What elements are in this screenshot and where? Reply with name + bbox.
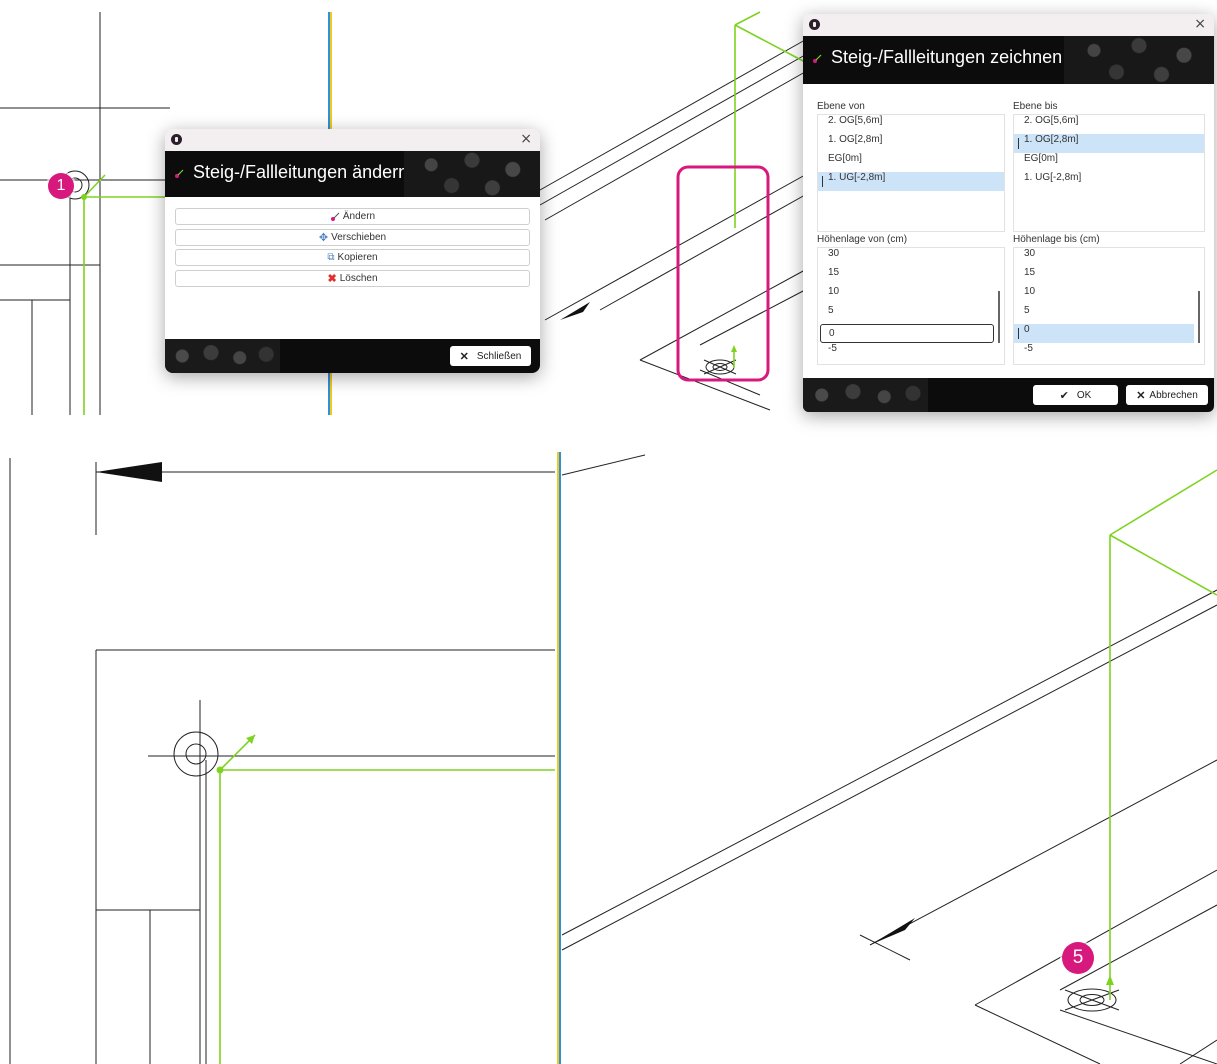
hoehe-von-label: Höhenlage von (cm) bbox=[817, 234, 908, 245]
banner-pattern bbox=[404, 151, 540, 197]
pipe-tool-icon bbox=[175, 169, 184, 178]
hoehe-bis-option[interactable]: 10 bbox=[1014, 286, 1204, 305]
dialog-zeichnen-title: Steig-/Fallleitungen zeichnen bbox=[831, 47, 1063, 67]
highlight-box bbox=[676, 165, 770, 382]
close-x-icon: ✕ bbox=[459, 350, 469, 363]
ebene-bis-option-selected[interactable]: 1. OG[2,8m] bbox=[1014, 134, 1204, 153]
schliessen-label: Schließen bbox=[476, 350, 522, 362]
ebene-von-option[interactable]: 2. OG[5,6m] bbox=[818, 115, 1004, 134]
dimension-arrow bbox=[870, 918, 915, 945]
hoehe-bis-option[interactable]: 30 bbox=[1014, 248, 1204, 267]
dialog-aendern: × Steig-/Fallleitungen ändern Ändern ✥ V… bbox=[165, 129, 540, 373]
ebene-von-option[interactable]: EG[0m] bbox=[818, 153, 1004, 172]
hoehe-von-option[interactable]: -5 bbox=[818, 343, 1004, 362]
close-icon[interactable]: × bbox=[520, 131, 532, 147]
hoehe-bis-label: Höhenlage bis (cm) bbox=[1013, 234, 1100, 245]
app-icon bbox=[171, 134, 182, 145]
footer-pattern bbox=[165, 339, 280, 373]
hoehe-von-option[interactable]: 10 bbox=[818, 286, 1004, 305]
pipe-symbol-circle-large bbox=[173, 731, 219, 777]
close-icon[interactable]: × bbox=[1194, 16, 1206, 32]
hoehe-bis-option-selected[interactable]: 0 bbox=[1014, 324, 1194, 343]
hoehe-von-option-selected[interactable]: 0 bbox=[820, 324, 994, 343]
ok-label: OK bbox=[1076, 389, 1092, 401]
verschieben-button[interactable]: ✥ Verschieben bbox=[175, 229, 530, 246]
dialog-zeichnen-banner: Steig-/Fallleitungen zeichnen bbox=[803, 36, 1214, 84]
delete-icon: ✖ bbox=[327, 273, 337, 285]
scrollbar[interactable] bbox=[1198, 291, 1200, 343]
footer-pattern bbox=[803, 378, 928, 412]
ok-button[interactable]: ✔ OK bbox=[1033, 385, 1118, 405]
ebene-von-list[interactable]: 2. OG[5,6m] 1. OG[2,8m] EG[0m] 1. UG[-2,… bbox=[817, 114, 1005, 232]
dialog-zeichnen-footer: ✔ OK ✕ Abbrechen bbox=[803, 378, 1214, 412]
ebene-bis-option[interactable]: 2. OG[5,6m] bbox=[1014, 115, 1204, 134]
dialog-aendern-title: Steig-/Fallleitungen ändern bbox=[193, 162, 409, 182]
scrollbar[interactable] bbox=[998, 291, 1000, 343]
move-icon: ✥ bbox=[318, 232, 329, 244]
dialog-aendern-footer: ✕ Schließen bbox=[165, 339, 540, 373]
schliessen-button[interactable]: ✕ Schließen bbox=[450, 346, 531, 366]
kopieren-label: Kopieren bbox=[337, 252, 378, 263]
dimension-arrow bbox=[96, 462, 162, 482]
banner-pattern bbox=[1064, 36, 1214, 84]
ebene-von-option[interactable]: 1. OG[2,8m] bbox=[818, 134, 1004, 153]
aendern-button[interactable]: Ändern bbox=[175, 208, 530, 225]
hoehe-von-option[interactable]: 15 bbox=[818, 267, 1004, 286]
abbrechen-label: Abbrechen bbox=[1149, 389, 1198, 401]
ebene-von-option-selected[interactable]: 1. UG[-2,8m] bbox=[818, 172, 1004, 191]
ebene-bis-list[interactable]: 2. OG[5,6m] 1. OG[2,8m] EG[0m] 1. UG[-2,… bbox=[1013, 114, 1205, 232]
kopieren-button[interactable]: ⧉ Kopieren bbox=[175, 249, 530, 266]
dimension-arrow bbox=[560, 302, 590, 320]
hoehe-von-option[interactable]: 30 bbox=[818, 248, 1004, 267]
edit-pipe-icon bbox=[330, 212, 340, 221]
copy-icon: ⧉ bbox=[327, 252, 335, 263]
app-icon bbox=[809, 19, 820, 30]
hoehe-von-option[interactable]: 5 bbox=[818, 305, 1004, 324]
hoehe-bis-option[interactable]: 5 bbox=[1014, 305, 1204, 324]
loeschen-label: Löschen bbox=[339, 273, 378, 284]
hoehe-bis-list[interactable]: 30 15 10 5 0 -5 bbox=[1013, 247, 1205, 365]
ebene-bis-option[interactable]: 1. UG[-2,8m] bbox=[1014, 172, 1204, 191]
dialog-aendern-banner: Steig-/Fallleitungen ändern bbox=[165, 151, 540, 197]
pipe-tool-icon bbox=[813, 54, 822, 63]
dialog-zeichnen: × Steig-/Fallleitungen zeichnen Ebene vo… bbox=[803, 14, 1214, 412]
check-icon: ✔ bbox=[1059, 389, 1069, 402]
verschieben-label: Verschieben bbox=[331, 232, 387, 243]
dialog-zeichnen-titlebar: × bbox=[803, 14, 1214, 36]
hoehe-von-list[interactable]: 30 15 10 5 0 -5 bbox=[817, 247, 1005, 365]
hoehe-bis-option[interactable]: -5 bbox=[1014, 343, 1204, 362]
cancel-x-icon: ✕ bbox=[1136, 389, 1146, 402]
abbrechen-button[interactable]: ✕ Abbrechen bbox=[1126, 385, 1208, 405]
step-badge-5: 5 bbox=[1062, 942, 1094, 974]
step-badge-1: 1 bbox=[48, 173, 74, 199]
aendern-label: Ändern bbox=[342, 211, 376, 222]
loeschen-button[interactable]: ✖ Löschen bbox=[175, 270, 530, 287]
hoehe-bis-option[interactable]: 15 bbox=[1014, 267, 1204, 286]
ebene-bis-option[interactable]: EG[0m] bbox=[1014, 153, 1204, 172]
ebene-bis-label: Ebene bis bbox=[1013, 101, 1058, 112]
dialog-aendern-titlebar: × bbox=[165, 129, 540, 151]
ebene-von-label: Ebene von bbox=[817, 101, 865, 112]
